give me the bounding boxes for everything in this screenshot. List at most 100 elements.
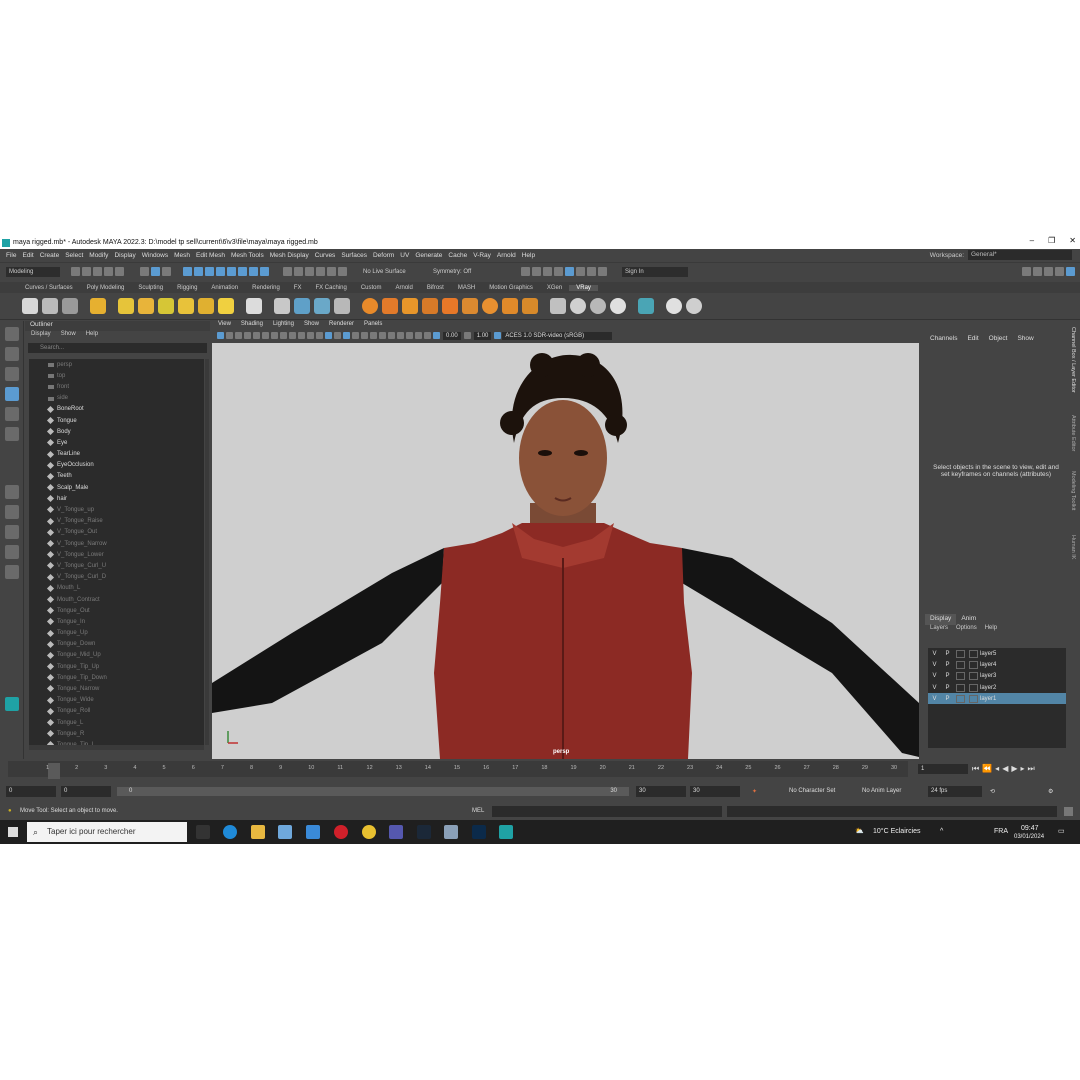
select-tool-icon[interactable] [4,327,19,341]
outliner-scrollbar[interactable] [205,359,209,745]
outliner-view-icon[interactable] [4,545,19,559]
vp-menu-view[interactable]: View [218,321,231,330]
layer-visibility-toggle[interactable]: V [928,673,941,679]
gamma-icon[interactable] [463,332,471,339]
camera-select-icon[interactable] [217,332,224,339]
layer-row[interactable]: V Player3 [928,671,1066,682]
shelf-tab-motion-graphics[interactable]: Motion Graphics [482,285,540,291]
shelf-tab-poly-modeling[interactable]: Poly Modeling [80,285,132,291]
shelf-tab-custom[interactable]: Custom [354,285,389,291]
channel-box-icon[interactable] [1055,267,1064,276]
menu-deform[interactable]: Deform [373,252,394,259]
shelf-tab-mash[interactable]: MASH [451,285,482,291]
outliner-item[interactable]: V_Tongue_Lower [29,549,204,560]
camera-attr-icon[interactable] [226,332,233,339]
anim-prefs-icon[interactable]: ⚙ [1048,788,1053,795]
vp-menu-show[interactable]: Show [304,321,319,330]
minimize-button[interactable]: – [1030,236,1034,245]
sign-in-dropdown[interactable]: Sign In [622,266,688,277]
swatch-icon[interactable] [610,298,626,314]
exposure-icon[interactable] [433,332,440,339]
outliner-item[interactable]: V_Tongue_Out [29,527,204,538]
open-scene-icon[interactable] [82,267,91,276]
outliner-item[interactable]: Mouth_Contract [29,594,204,605]
edge-icon[interactable] [223,825,237,839]
ssao-icon[interactable] [370,332,377,339]
cb-menu-show[interactable]: Show [1017,335,1033,342]
layer-menu-help[interactable]: Help [985,625,997,635]
snap-surface-icon[interactable] [327,267,336,276]
outliner-item[interactable]: persp [29,359,204,370]
outliner-item[interactable]: Body [29,426,204,437]
outliner-item[interactable]: Tongue_Down [29,639,204,650]
lasso-tool-icon[interactable] [4,347,19,361]
outliner-item[interactable]: Tongue_Roll [29,706,204,717]
file-explorer-icon[interactable] [251,825,265,839]
step-forward-icon[interactable]: ▸ [1021,764,1025,774]
outliner-item[interactable]: V_Tongue_Curl_D [29,572,204,583]
tab-modeling-toolkit[interactable]: Modeling Toolkit [1070,471,1076,510]
menu-modify[interactable]: Modify [89,252,108,259]
outliner-item[interactable]: Teeth [29,471,204,482]
input-language[interactable]: FRA [994,820,1008,844]
menu-arnold[interactable]: Arnold [497,252,516,259]
menu-mesh-tools[interactable]: Mesh Tools [231,252,264,259]
select-object-icon[interactable] [151,267,160,276]
mask-deform-icon[interactable] [227,267,236,276]
gate-mask-icon[interactable] [280,332,287,339]
windows-start-icon[interactable] [8,827,18,837]
task-view-icon[interactable] [196,825,210,839]
step-back-key-icon[interactable]: ⏪ [982,764,992,774]
3d-viewport[interactable]: persp [212,343,919,759]
mask-surfaces-icon[interactable] [216,267,225,276]
mask-misc-icon[interactable] [260,267,269,276]
render-settings-shelf-icon[interactable] [42,298,58,314]
clock-time[interactable]: 09:47 [1021,824,1039,833]
outliner-item[interactable]: Tongue_Out [29,605,204,616]
outliner-item[interactable]: EyeOcclusion [29,460,204,471]
search-tool-icon[interactable] [4,565,19,579]
layer-visibility-toggle[interactable]: V [928,685,941,691]
outliner-item[interactable]: V_Tongue_Narrow [29,538,204,549]
resolution-gate-icon[interactable] [271,332,278,339]
field-chart-icon[interactable] [289,332,296,339]
mask-joints-icon[interactable] [194,267,203,276]
menu-create[interactable]: Create [40,252,60,259]
multi-material-icon[interactable] [590,298,606,314]
redo-icon[interactable] [115,267,124,276]
outliner-item[interactable]: V_Tongue_Raise [29,516,204,527]
step-back-icon[interactable]: ◂ [995,764,999,774]
menu-windows[interactable]: Windows [142,252,168,259]
mask-render-icon[interactable] [249,267,258,276]
cb-menu-object[interactable]: Object [989,335,1008,342]
scene-start-field[interactable]: 0 [6,786,56,797]
weather-icon[interactable]: ⛅ [855,820,864,844]
time-slider-track[interactable]: 1 2 3 4 5 6 7 8 9 10 11 12 13 14 15 16 17 18 19 20 21 22 23 24 2… [8,761,908,779]
outliner-item[interactable]: Eye [29,437,204,448]
xray-icon[interactable] [415,332,422,339]
script-language-label[interactable]: MEL [472,808,484,814]
four-view-icon[interactable] [4,505,19,519]
outliner-item[interactable]: Tongue_In [29,616,204,627]
motion-blur-icon[interactable] [379,332,386,339]
layer-playback-toggle[interactable]: P [941,696,954,702]
tool-settings-icon[interactable] [1044,267,1053,276]
clock-date[interactable]: 03/01/2024 [1014,833,1044,842]
snap-curve-icon[interactable] [294,267,303,276]
menu-help[interactable]: Help [522,252,535,259]
layer-visibility-toggle[interactable]: V [928,651,941,657]
layer-visibility-toggle[interactable]: V [928,696,941,702]
menu-display[interactable]: Display [114,252,135,259]
mesh-light-icon[interactable] [178,298,194,314]
vray-light-icon[interactable] [90,298,106,314]
layer-menu-layers[interactable]: Layers [930,625,948,635]
script-editor-icon[interactable] [1064,807,1073,816]
menu-file[interactable]: File [6,252,16,259]
snap-view-icon[interactable] [316,267,325,276]
vray-logo-icon[interactable] [686,298,702,314]
snap-point-icon[interactable] [305,267,314,276]
menu-mesh-display[interactable]: Mesh Display [270,252,309,259]
menu-curves[interactable]: Curves [315,252,336,259]
save-scene-icon[interactable] [93,267,102,276]
outliner-item[interactable]: Mouth_L [29,583,204,594]
